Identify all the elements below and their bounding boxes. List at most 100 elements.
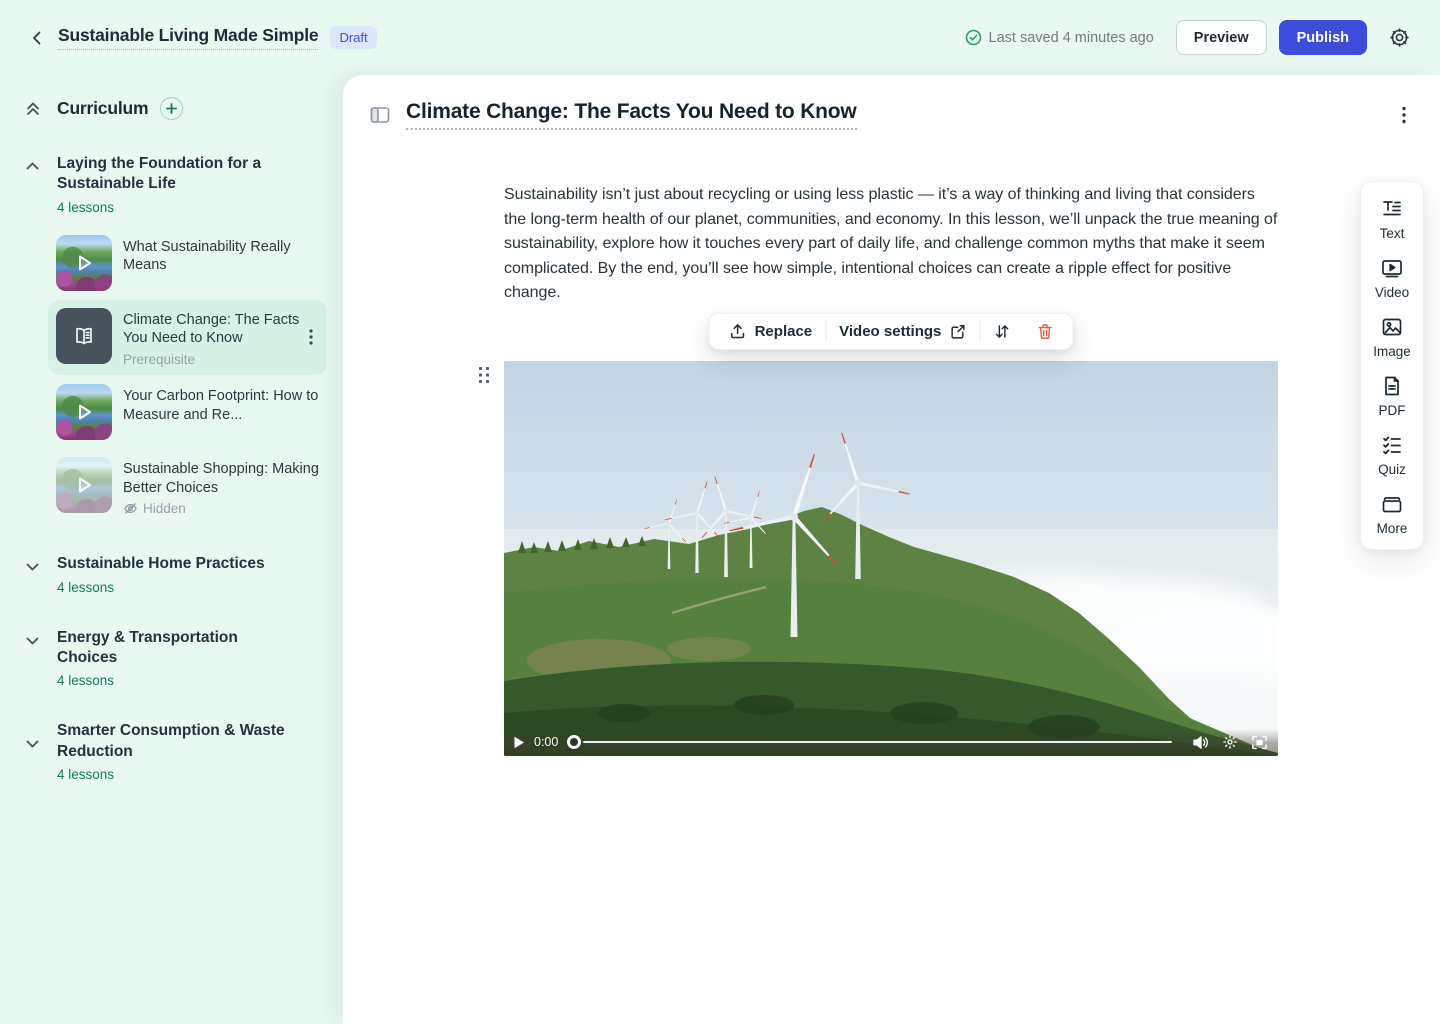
collapse-all-icon[interactable] — [24, 99, 42, 119]
replace-button[interactable]: Replace — [716, 314, 826, 349]
video-thumbnail — [56, 235, 112, 291]
block-toolbar: Replace Video settings — [709, 313, 1074, 350]
section-title: Smarter Consumption & Waste Reduction — [57, 721, 287, 762]
add-curriculum-button[interactable] — [160, 97, 183, 120]
section-toggle[interactable]: Energy & Transportation Choices 4 lesson… — [0, 628, 343, 689]
course-title[interactable]: Sustainable Living Made Simple — [58, 25, 318, 50]
curriculum-section: Sustainable Home Practices 4 lessons — [0, 554, 343, 594]
play-overlay-icon — [56, 457, 112, 513]
chevron-up-icon — [24, 158, 42, 215]
check-circle-icon — [965, 29, 982, 46]
lesson-row-video[interactable]: Your Carbon Footprint: How to Measure an… — [48, 376, 327, 448]
topbar-actions: Last saved 4 minutes ago Preview Publish — [965, 20, 1414, 55]
video-thumbnail — [56, 384, 112, 440]
section-title: Laying the Foundation for a Sustainable … — [57, 154, 287, 195]
sidebar-toggle-icon[interactable] — [369, 104, 391, 126]
preview-button[interactable]: Preview — [1176, 20, 1267, 55]
drag-handle-icon[interactable] — [478, 366, 490, 384]
video-controls: 0:00 — [504, 729, 1278, 756]
palette-item-quiz[interactable]: Quiz — [1361, 433, 1423, 477]
pdf-block-icon — [1380, 374, 1404, 398]
volume-icon[interactable] — [1192, 735, 1209, 750]
lesson-title: Sustainable Shopping: Making Better Choi… — [123, 460, 319, 497]
video-timestamp: 0:00 — [534, 735, 558, 749]
palette-item-video[interactable]: Video — [1361, 256, 1423, 300]
lesson-paragraph[interactable]: Sustainability isn’t just about recyclin… — [504, 183, 1278, 306]
reading-thumbnail — [56, 308, 112, 364]
lesson-editor-card: Climate Change: The Facts You Need to Kn… — [343, 75, 1440, 1024]
move-block-button[interactable] — [980, 314, 1023, 349]
curriculum-sidebar: Curriculum Laying the Foundation for a S… — [0, 75, 343, 1024]
seek-knob[interactable] — [567, 735, 581, 749]
curriculum-section: Laying the Foundation for a Sustainable … — [0, 154, 343, 524]
play-overlay-icon — [56, 235, 112, 291]
settings-gear-icon[interactable] — [1384, 23, 1414, 53]
lesson-list: What Sustainability Really Means Climate… — [0, 227, 343, 524]
play-overlay-icon — [56, 384, 112, 440]
section-title: Sustainable Home Practices — [57, 554, 265, 574]
section-toggle[interactable]: Sustainable Home Practices 4 lessons — [0, 554, 343, 594]
external-link-icon — [949, 323, 966, 340]
lesson-meta-prerequisite: Prerequisite — [123, 352, 319, 367]
upload-icon — [729, 322, 747, 340]
swap-vertical-icon — [992, 322, 1011, 341]
curriculum-section: Energy & Transportation Choices 4 lesson… — [0, 628, 343, 689]
chevron-down-icon — [24, 735, 42, 782]
section-toggle[interactable]: Laying the Foundation for a Sustainable … — [0, 154, 343, 215]
palette-label: Quiz — [1378, 462, 1406, 477]
video-player[interactable]: 0:00 — [504, 361, 1278, 756]
curriculum-section: Smarter Consumption & Waste Reduction 4 … — [0, 721, 343, 782]
section-lesson-count: 4 lessons — [57, 200, 287, 215]
palette-item-image[interactable]: Image — [1361, 315, 1423, 359]
fullscreen-icon[interactable] — [1251, 735, 1268, 750]
more-blocks-icon — [1380, 492, 1404, 516]
palette-label: Image — [1373, 344, 1411, 359]
lesson-title: Climate Change: The Facts You Need to Kn… — [123, 311, 319, 348]
video-settings-button[interactable]: Video settings — [826, 314, 979, 349]
section-toggle[interactable]: Smarter Consumption & Waste Reduction 4 … — [0, 721, 343, 782]
lesson-row-video[interactable]: What Sustainability Really Means — [48, 227, 327, 299]
seek-track[interactable] — [583, 741, 1172, 744]
lesson-row-video-hidden[interactable]: Sustainable Shopping: Making Better Choi… — [48, 449, 327, 524]
top-bar: Sustainable Living Made Simple Draft Las… — [0, 0, 1440, 75]
palette-label: PDF — [1379, 403, 1406, 418]
lesson-kebab-icon[interactable] — [309, 329, 313, 345]
palette-item-more[interactable]: More — [1361, 492, 1423, 536]
trash-icon — [1035, 322, 1054, 341]
chevron-down-icon — [24, 632, 42, 689]
play-button-icon[interactable] — [513, 736, 525, 749]
palette-label: Text — [1380, 226, 1405, 241]
open-book-icon — [71, 323, 97, 349]
publish-button[interactable]: Publish — [1279, 20, 1367, 55]
palette-item-text[interactable]: Text — [1361, 197, 1423, 241]
back-icon[interactable] — [24, 25, 50, 51]
lesson-title: What Sustainability Really Means — [123, 238, 319, 275]
lesson-row-reading-selected[interactable]: Climate Change: The Facts You Need to Kn… — [48, 300, 327, 375]
section-lesson-count: 4 lessons — [57, 580, 265, 595]
lesson-meta-hidden: Hidden — [123, 501, 319, 516]
quiz-block-icon — [1380, 433, 1404, 457]
section-title: Energy & Transportation Choices — [57, 628, 287, 669]
image-block-icon — [1380, 315, 1404, 339]
palette-item-pdf[interactable]: PDF — [1361, 374, 1423, 418]
curriculum-header: Curriculum — [0, 97, 343, 120]
lesson-title: Your Carbon Footprint: How to Measure an… — [123, 387, 319, 424]
video-thumbnail — [56, 457, 112, 513]
palette-label: Video — [1375, 285, 1409, 300]
video-settings-gear-icon[interactable] — [1222, 734, 1238, 750]
delete-block-button[interactable] — [1023, 314, 1066, 349]
text-block-icon — [1380, 197, 1404, 221]
video-poster-wind-turbines — [504, 361, 1278, 756]
last-saved-text: Last saved 4 minutes ago — [989, 30, 1154, 46]
lesson-options-kebab-icon[interactable] — [1398, 102, 1410, 128]
lesson-page-title[interactable]: Climate Change: The Facts You Need to Kn… — [406, 100, 857, 130]
palette-label: More — [1377, 521, 1408, 536]
chevron-down-icon — [24, 558, 42, 594]
plus-icon — [166, 103, 177, 114]
lesson-content: Sustainability isn’t just about recyclin… — [504, 183, 1278, 756]
eye-off-icon — [123, 501, 138, 516]
status-badge: Draft — [330, 26, 376, 49]
section-lesson-count: 4 lessons — [57, 767, 287, 782]
last-saved-status: Last saved 4 minutes ago — [965, 29, 1154, 46]
section-lesson-count: 4 lessons — [57, 673, 287, 688]
